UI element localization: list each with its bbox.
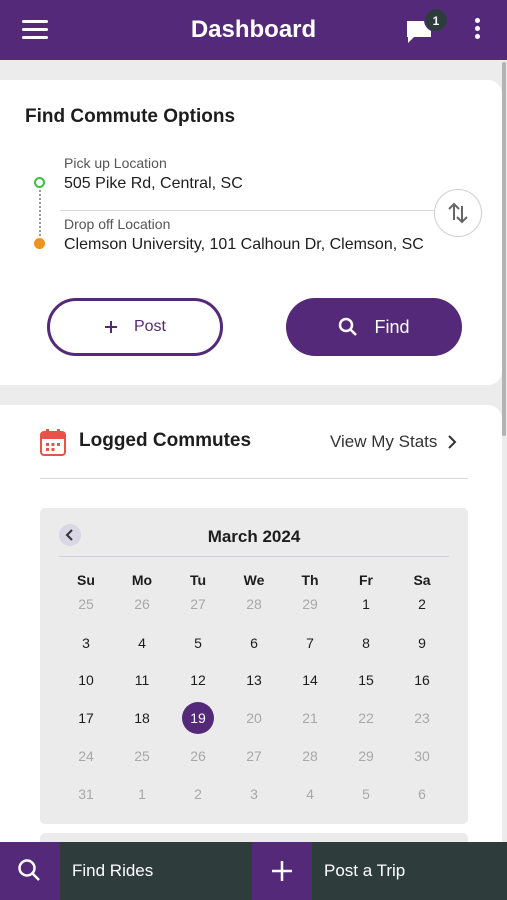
weekday-header: We	[243, 572, 265, 588]
logged-commutes-title: Logged Commutes	[79, 430, 252, 451]
dropoff-label: Drop off Location	[64, 216, 171, 232]
calendar-day[interactable]: 24	[58, 740, 114, 772]
scrollbar[interactable]	[502, 62, 506, 436]
route-line	[39, 190, 41, 236]
calendar-day[interactable]: 28	[226, 588, 282, 620]
calendar-day[interactable]: 26	[114, 588, 170, 620]
calendar-day[interactable]: 22	[338, 702, 394, 734]
calendar-day[interactable]: 3	[58, 627, 114, 659]
calendar-day[interactable]: 26	[170, 740, 226, 772]
calendar-day[interactable]: 5	[338, 778, 394, 810]
pickup-label: Pick up Location	[64, 155, 167, 171]
more-options-icon[interactable]	[470, 18, 484, 44]
swap-arrows-icon	[448, 202, 468, 224]
calendar-day[interactable]: 15	[338, 664, 394, 696]
commute-heading: Find Commute Options	[25, 106, 236, 127]
post-trip-icon-box[interactable]	[252, 842, 312, 900]
calendar-day[interactable]: 9	[394, 627, 450, 659]
find-rides-button[interactable]: Find Rides	[72, 861, 153, 881]
pickup-dot-icon	[34, 177, 45, 188]
section-divider	[40, 478, 468, 479]
calendar-divider	[59, 556, 449, 557]
calendar-day[interactable]: 31	[58, 778, 114, 810]
calendar-day[interactable]: 1	[114, 778, 170, 810]
calendar-day[interactable]: 2	[394, 588, 450, 620]
weekday-header: Sa	[413, 572, 431, 588]
commute-options-card: Find Commute Options Pick up Location 50…	[0, 80, 502, 385]
search-icon	[18, 859, 40, 881]
calendar-day[interactable]: 2	[170, 778, 226, 810]
calendar-day[interactable]: 11	[114, 664, 170, 696]
plus-icon	[272, 861, 292, 881]
dropoff-location-field[interactable]: Clemson University, 101 Calhoun Dr, Clem…	[64, 236, 424, 254]
calendar-day[interactable]: 5	[170, 627, 226, 659]
weekday-header: Tu	[189, 572, 207, 588]
calendar-day[interactable]: 1	[338, 588, 394, 620]
calendar-day-selected[interactable]: 19	[170, 702, 226, 734]
calendar-day[interactable]: 21	[282, 702, 338, 734]
calendar-day[interactable]: 4	[282, 778, 338, 810]
calendar-day[interactable]: 17	[58, 702, 114, 734]
calendar-day[interactable]: 20	[226, 702, 282, 734]
pickup-location-field[interactable]: 505 Pike Rd, Central, SC	[64, 175, 243, 193]
calendar-day[interactable]: 7	[282, 627, 338, 659]
post-button-label: Post	[133, 318, 166, 335]
find-rides-icon-box[interactable]	[0, 842, 60, 900]
view-my-stats-link[interactable]: View My Stats	[330, 432, 457, 452]
logged-commutes-card: Logged Commutes View My Stats March 2024…	[0, 405, 502, 850]
calendar-day[interactable]: 30	[394, 740, 450, 772]
calendar-day[interactable]: 6	[394, 778, 450, 810]
calendar-day[interactable]: 8	[338, 627, 394, 659]
weekday-header: Mo	[131, 572, 153, 588]
calendar-day[interactable]: 4	[114, 627, 170, 659]
plus-icon	[104, 321, 117, 333]
calendar-day[interactable]: 28	[282, 740, 338, 772]
app-bar: Dashboard 1	[0, 0, 507, 60]
weekday-header: Th	[301, 572, 319, 588]
bottom-action-bar: Find Rides Post a Trip	[0, 842, 507, 900]
calendar-day[interactable]: 23	[394, 702, 450, 734]
calendar-day[interactable]: 18	[114, 702, 170, 734]
calendar-day[interactable]: 29	[338, 740, 394, 772]
chevron-right-icon	[448, 435, 457, 449]
calendar-day[interactable]: 14	[282, 664, 338, 696]
calendar-day[interactable]: 12	[170, 664, 226, 696]
calendar: March 2024 Su Mo Tu We Th Fr Sa 25 26 27 28 29 1 2 3 4 5…	[40, 508, 468, 824]
post-trip-button[interactable]: Post a Trip	[324, 861, 405, 881]
dropoff-dot-icon	[34, 238, 45, 249]
calendar-day[interactable]: 25	[58, 588, 114, 620]
view-my-stats-label: View My Stats	[330, 432, 438, 451]
selected-day-label: 19	[182, 702, 214, 734]
calendar-day[interactable]: 10	[58, 664, 114, 696]
weekday-header: Fr	[359, 572, 373, 588]
calendar-day[interactable]: 6	[226, 627, 282, 659]
calendar-day[interactable]: 13	[226, 664, 282, 696]
notification-badge: 1	[424, 8, 448, 32]
find-button-label: Find	[374, 316, 410, 337]
post-button[interactable]: Post	[47, 298, 223, 356]
calendar-day[interactable]: 3	[226, 778, 282, 810]
calendar-month-title: March 2024	[207, 527, 301, 546]
find-button[interactable]: Find	[286, 298, 462, 356]
weekday-header: Su	[77, 572, 95, 588]
calendar-day[interactable]: 29	[282, 588, 338, 620]
location-divider	[60, 210, 440, 211]
calendar-day[interactable]: 16	[394, 664, 450, 696]
swap-locations-button[interactable]	[434, 189, 482, 237]
calendar-day[interactable]: 25	[114, 740, 170, 772]
search-icon	[339, 317, 358, 336]
calendar-day[interactable]: 27	[170, 588, 226, 620]
calendar-day[interactable]: 27	[226, 740, 282, 772]
calendar-icon	[40, 429, 66, 456]
